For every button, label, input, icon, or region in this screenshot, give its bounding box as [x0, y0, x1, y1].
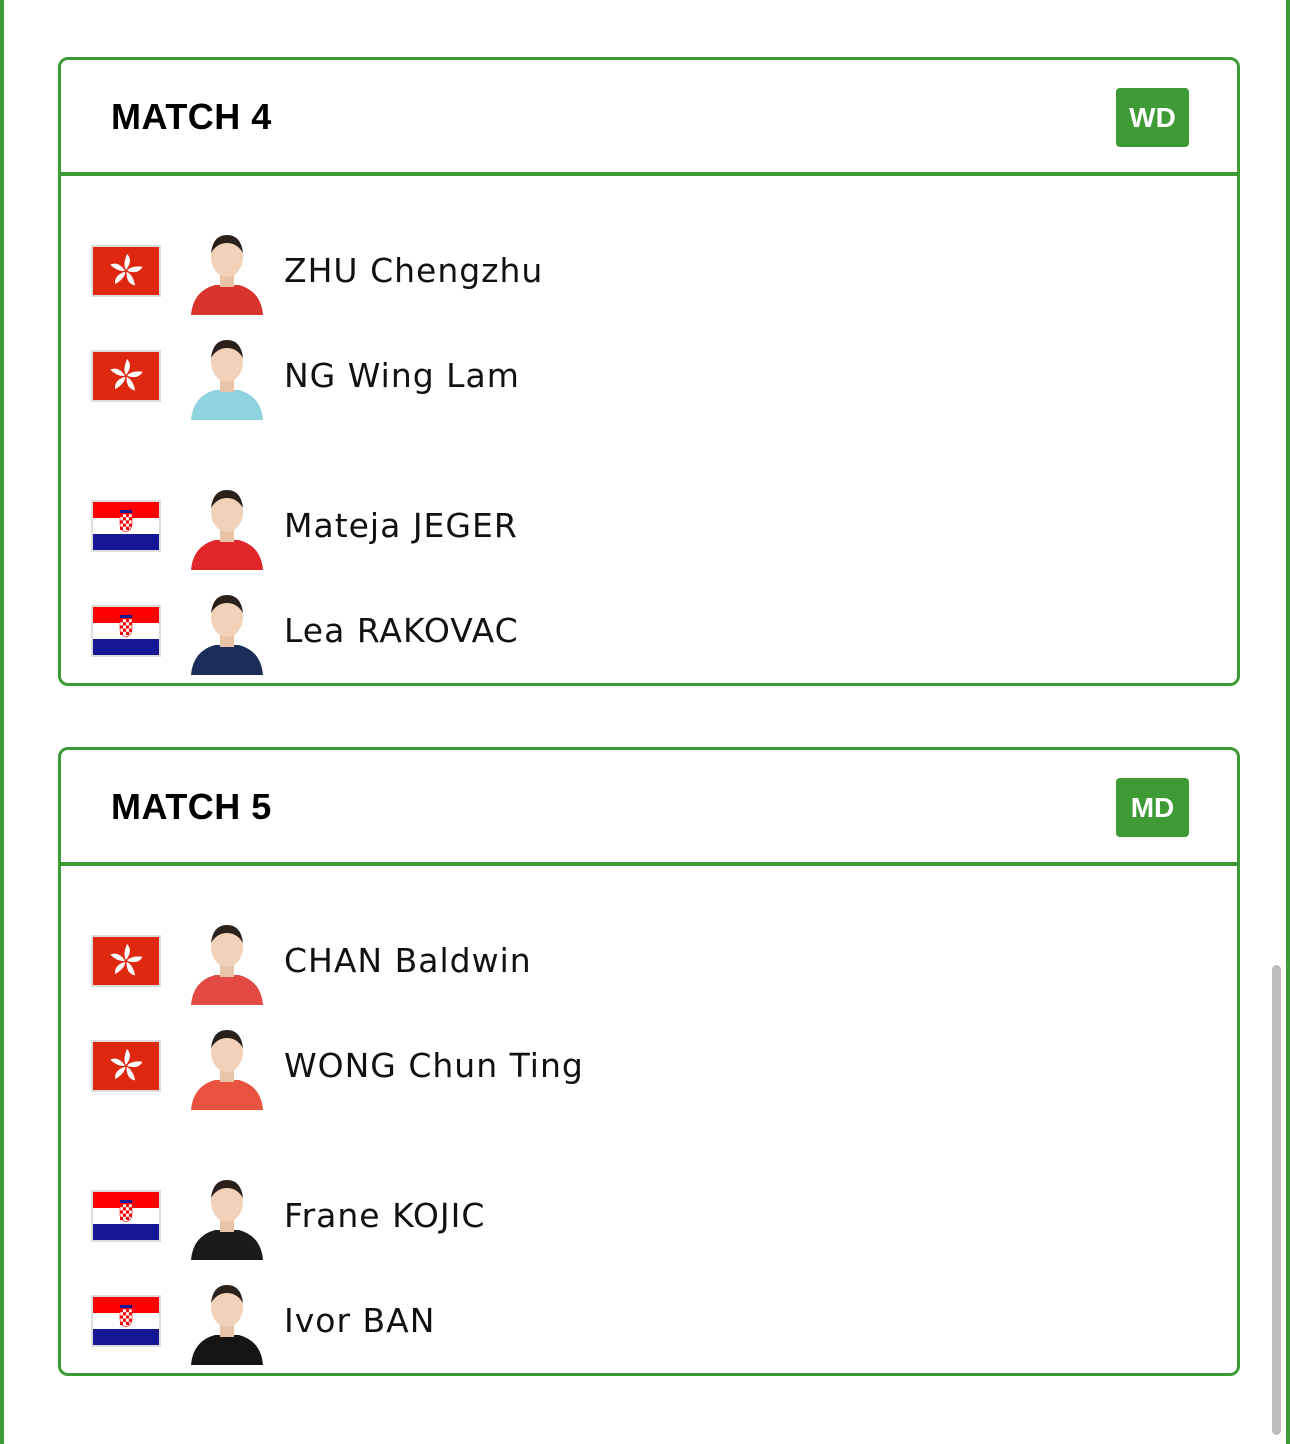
- player-name[interactable]: Ivor BAN: [284, 1301, 435, 1340]
- player-avatar: [185, 1277, 269, 1365]
- player-row[interactable]: Ivor BAN: [61, 1271, 1237, 1371]
- match-header: MATCH 5 MD: [61, 750, 1237, 866]
- player-row[interactable]: Mateja JEGER: [61, 476, 1237, 576]
- hong-kong-flag-icon: [91, 1040, 161, 1092]
- page-frame: MATCH 4 WD ZHU Chengzhu NG Wing Lam Mate…: [0, 0, 1290, 1444]
- player-avatar: [185, 482, 269, 570]
- event-badge: WD: [1116, 88, 1189, 147]
- player-name[interactable]: Frane KOJIC: [284, 1196, 485, 1235]
- player-name[interactable]: WONG Chun Ting: [284, 1046, 584, 1085]
- croatia-flag-icon: [91, 605, 161, 657]
- croatia-flag-icon: [91, 1190, 161, 1242]
- hong-kong-flag-icon: [91, 935, 161, 987]
- player-avatar: [185, 917, 269, 1005]
- player-row[interactable]: NG Wing Lam: [61, 326, 1237, 426]
- player-avatar: [185, 1022, 269, 1110]
- match-card-5: MATCH 5 MD CHAN Baldwin WONG Chun Ting F…: [58, 747, 1240, 1376]
- hong-kong-flag-icon: [91, 245, 161, 297]
- player-avatar: [185, 1172, 269, 1260]
- match-title: MATCH 5: [111, 786, 272, 827]
- player-row[interactable]: Lea RAKOVAC: [61, 581, 1237, 681]
- match-header: MATCH 4 WD: [61, 60, 1237, 176]
- player-name[interactable]: NG Wing Lam: [284, 356, 520, 395]
- match-title: MATCH 4: [111, 96, 272, 137]
- player-name[interactable]: CHAN Baldwin: [284, 941, 532, 980]
- player-avatar: [185, 227, 269, 315]
- vertical-scrollbar[interactable]: [1272, 965, 1281, 1435]
- player-avatar: [185, 332, 269, 420]
- player-row[interactable]: ZHU Chengzhu: [61, 221, 1237, 321]
- player-name[interactable]: Mateja JEGER: [284, 506, 518, 545]
- player-row[interactable]: WONG Chun Ting: [61, 1016, 1237, 1116]
- match-card-4: MATCH 4 WD ZHU Chengzhu NG Wing Lam Mate…: [58, 57, 1240, 686]
- player-row[interactable]: CHAN Baldwin: [61, 911, 1237, 1011]
- hong-kong-flag-icon: [91, 350, 161, 402]
- event-badge: MD: [1116, 778, 1189, 837]
- player-row[interactable]: Frane KOJIC: [61, 1166, 1237, 1266]
- player-name[interactable]: ZHU Chengzhu: [284, 251, 543, 290]
- player-avatar: [185, 587, 269, 675]
- croatia-flag-icon: [91, 1295, 161, 1347]
- player-name[interactable]: Lea RAKOVAC: [284, 611, 519, 650]
- croatia-flag-icon: [91, 500, 161, 552]
